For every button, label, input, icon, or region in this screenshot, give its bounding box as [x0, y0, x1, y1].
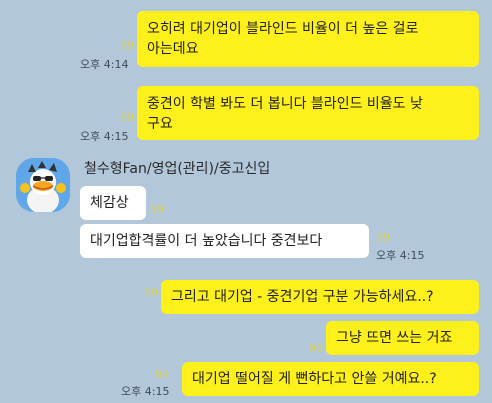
unread-count: 99	[376, 231, 390, 244]
message-time: 오후 4:15	[376, 249, 425, 262]
duck-character-avatar-icon	[16, 158, 70, 212]
my-message-bubble[interactable]: 중견이 학별 봐도 더 봅니다 블라인드 비율도 낮 구요	[137, 86, 479, 140]
unread-count: 99	[309, 342, 323, 355]
other-message-bubble[interactable]: 대기업합격률이 더 높았습니다 중견보다	[80, 224, 369, 258]
unread-count: 99	[150, 203, 164, 216]
my-message-bubble[interactable]: 대기업 떨어질 게 뻔하다고 안쓸 거예요..?	[182, 362, 479, 396]
message-text-line: 구요	[147, 116, 173, 132]
message-text-line: 중견이 학별 봐도 더 봅니다 블라인드 비율도 낮	[147, 96, 423, 112]
message-time: 오후 4:15	[80, 130, 129, 143]
message-time: 오후 4:15	[121, 385, 170, 398]
my-message-bubble[interactable]: 오히려 대기업이 블라인드 비율이 더 높은 걸로 아는데요	[137, 11, 479, 67]
message-text-line: 오히려 대기업이 블라인드 비율이 더 높은 걸로	[147, 21, 419, 37]
unread-count: 99	[120, 111, 134, 124]
message-text: 그냥 뜨면 쓰는 거죠	[336, 330, 453, 346]
unread-count: 99	[144, 286, 158, 299]
other-message-bubble[interactable]: 체감상	[80, 186, 146, 220]
unread-count: 99	[155, 368, 169, 381]
my-message-bubble[interactable]: 그냥 뜨면 쓰는 거죠	[326, 321, 479, 355]
message-text: 체감상	[90, 195, 129, 211]
sender-name: 철수형Fan/영업(관리)/중고신입	[84, 161, 271, 177]
message-text: 대기업 떨어질 게 뻔하다고 안쓸 거예요..?	[192, 371, 437, 387]
message-time: 오후 4:14	[80, 58, 129, 71]
my-message-bubble[interactable]: 그리고 대기업 - 중견기업 구분 가능하세요..?	[161, 280, 479, 314]
message-text: 그리고 대기업 - 중견기업 구분 가능하세요..?	[171, 289, 434, 305]
unread-count: 99	[120, 39, 134, 52]
sender-avatar[interactable]	[16, 158, 70, 212]
message-text-line: 아는데요	[147, 41, 199, 57]
message-text: 대기업합격률이 더 높았습니다 중견보다	[90, 233, 323, 249]
